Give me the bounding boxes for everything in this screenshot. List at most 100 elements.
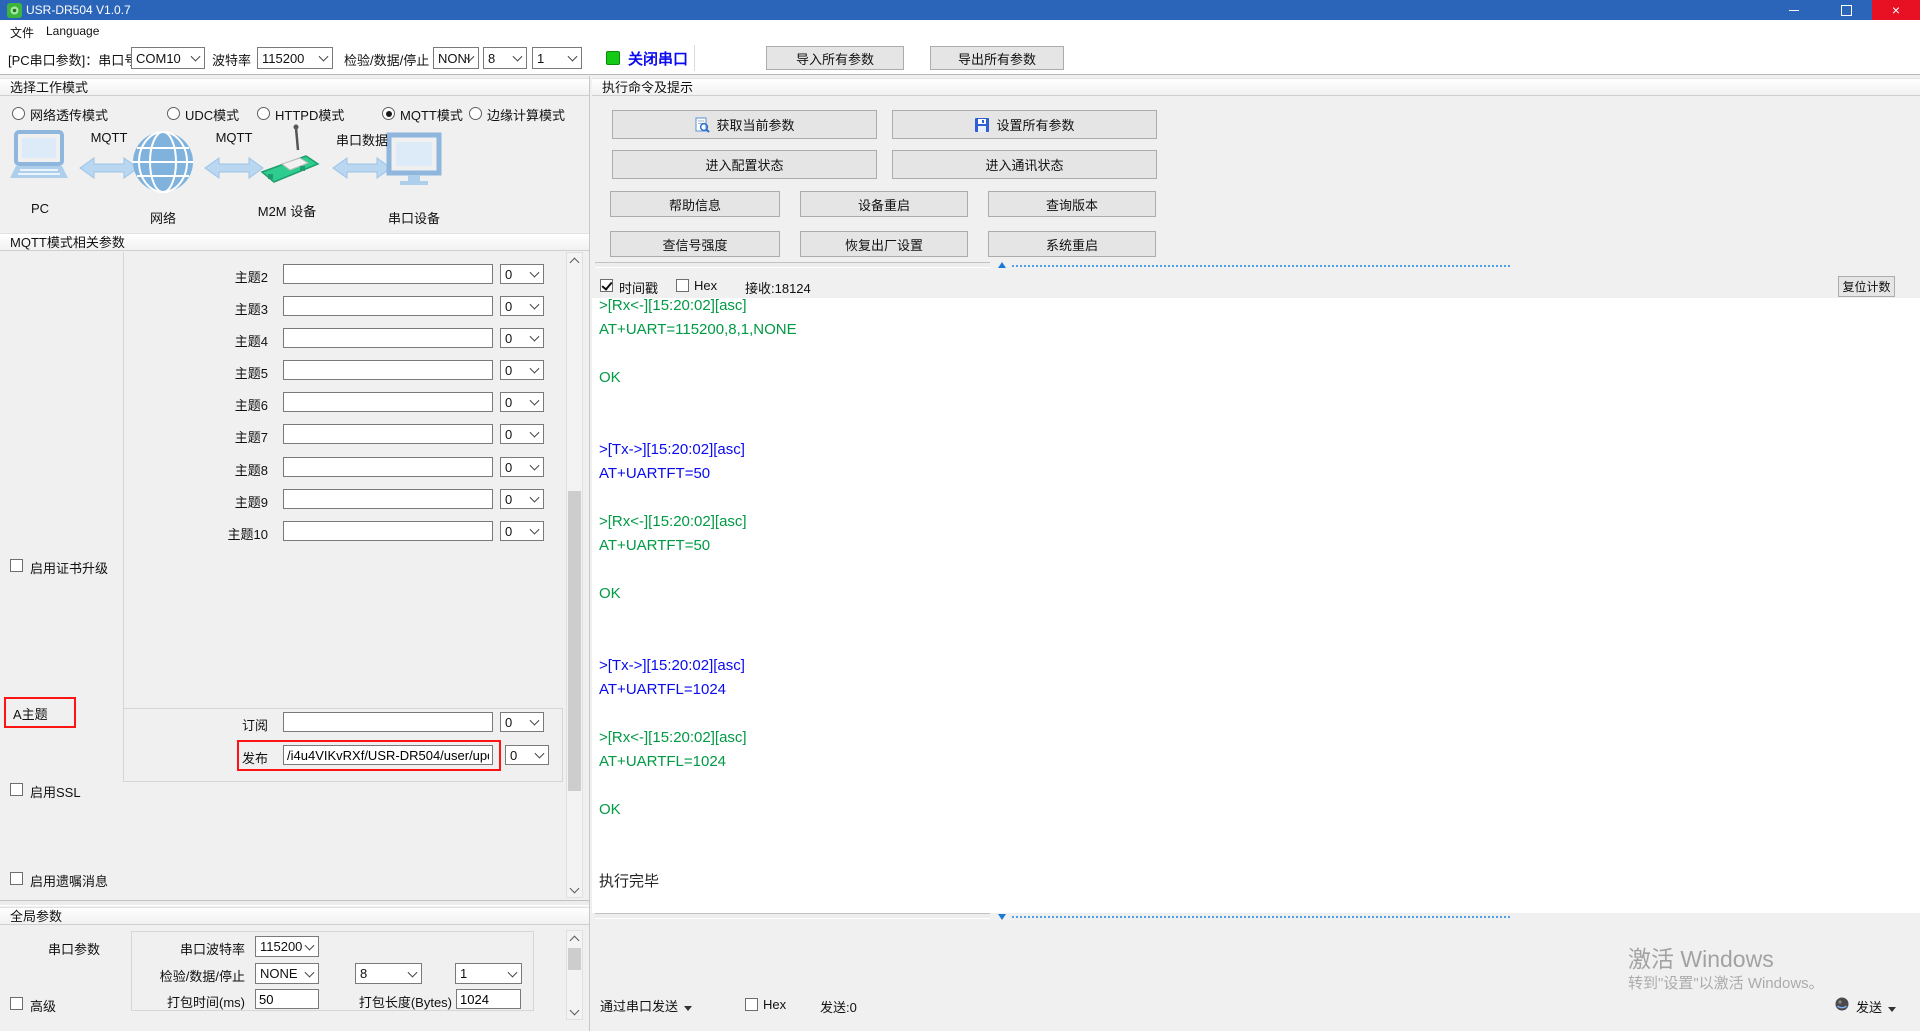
minimize-button[interactable] [1768,0,1820,20]
publish-qos-combo[interactable]: 0 [505,745,549,765]
publish-input[interactable] [283,745,493,765]
subscribe-qos-combo[interactable]: 0 [500,712,544,732]
maximize-button[interactable] [1820,0,1872,20]
timestamp-checkbox[interactable] [600,279,613,292]
ssl-label: 启用SSL [30,782,81,801]
set-all-params-button[interactable]: 设置所有参数 [892,110,1157,139]
scroll-up-icon[interactable] [567,253,582,268]
radio-mode-5[interactable] [469,107,482,120]
topic-input-4[interactable] [283,328,493,348]
send-splitter-bar[interactable] [595,913,990,919]
topic-input-7[interactable] [283,424,493,444]
close-serial-button[interactable]: 关闭串口 [628,48,688,69]
radio-mode-4[interactable] [382,107,395,120]
subscribe-input[interactable] [283,712,493,732]
topic-input-5[interactable] [283,360,493,380]
scrollbar-thumb[interactable] [568,948,581,970]
topic-input-2[interactable] [283,264,493,284]
send-hex-checkbox[interactable] [745,998,758,1011]
radio-mode-3[interactable] [257,107,270,120]
topic-input-9[interactable] [283,489,493,509]
log-line: >[Tx->][15:20:02][asc] [592,654,1920,678]
button-label: 帮助信息 [669,195,721,214]
parity-combo[interactable]: NONI [433,47,479,69]
advanced-checkbox[interactable] [10,997,23,1010]
get-current-params-button[interactable]: 获取当前参数 [612,110,877,139]
left-splitter[interactable] [0,900,589,906]
radio-mode-2[interactable] [167,107,180,120]
scroll-down-icon[interactable] [567,882,582,897]
splitter-collapse-down-icon[interactable] [998,914,1006,920]
query-version-button[interactable]: 查询版本 [988,191,1156,217]
send-via-serial-dropdown[interactable]: 通过串口发送 [600,996,692,1015]
factory-reset-button[interactable]: 恢复出厂设置 [800,231,968,257]
mqtt-params-header: MQTT模式相关参数 [0,233,589,251]
baud-combo[interactable]: 115200 [257,47,333,69]
topic-input-6[interactable] [283,392,493,412]
log-output[interactable]: >[Rx<-][15:20:02][asc]AT+UART=115200,8,1… [592,298,1920,913]
reset-count-button[interactable]: 复位计数 [1838,276,1895,297]
title-bar[interactable]: USR-DR504 V1.0.7 × [0,0,1920,20]
topic-input-8[interactable] [283,457,493,477]
scrollbar-thumb[interactable] [568,491,581,791]
query-signal-button[interactable]: 查信号强度 [610,231,780,257]
send-button[interactable]: 发送 [1856,997,1896,1016]
log-hex-checkbox[interactable] [676,279,689,292]
button-label: 设置所有参数 [996,115,1074,134]
pack-len-label: 打包长度(Bytes) [330,992,452,1011]
import-params-button[interactable]: 导入所有参数 [766,46,904,70]
splitter-collapse-up-icon[interactable] [998,262,1006,268]
export-params-button[interactable]: 导出所有参数 [930,46,1064,70]
topic-input-3[interactable] [283,296,493,316]
topic-qos-combo-8[interactable]: 0 [500,457,544,477]
node-pc-label: PC [10,201,70,216]
pc-serial-label: [PC串口参数]：串口号 [8,50,137,69]
menu-file[interactable]: 文件 [6,22,38,43]
pack-len-input[interactable] [456,989,521,1009]
topic-qos-combo-3[interactable]: 0 [500,296,544,316]
log-line [592,486,1920,510]
log-line [592,846,1920,870]
topic-qos-combo-6[interactable]: 0 [500,392,544,412]
close-button[interactable]: × [1872,0,1920,20]
topic-qos-combo-9[interactable]: 0 [500,489,544,509]
databits-combo[interactable]: 8 [483,47,527,69]
qos-value: 0 [505,524,512,539]
g-baud-combo[interactable]: 115200 [255,936,319,957]
cert-upgrade-checkbox[interactable] [10,559,23,572]
topic-qos-combo-4[interactable]: 0 [500,328,544,348]
send-hex-label: Hex [763,997,786,1012]
menu-language[interactable]: Language [42,22,103,40]
topic-label: 主题7 [190,427,268,446]
scroll-up-icon[interactable] [567,931,582,946]
pack-time-input[interactable] [255,989,319,1009]
enter-comm-state-button[interactable]: 进入通讯状态 [892,150,1157,179]
ssl-checkbox[interactable] [10,783,23,796]
g-databits-combo[interactable]: 8 [355,963,422,984]
topic-qos-combo-10[interactable]: 0 [500,521,544,541]
log-line [592,702,1920,726]
mqtt-params-scrollbar[interactable] [566,252,583,898]
scroll-down-icon[interactable] [567,1004,582,1019]
will-message-checkbox[interactable] [10,872,23,885]
stopbits-combo[interactable]: 1 [532,47,582,69]
topic-qos-combo-5[interactable]: 0 [500,360,544,380]
enter-config-state-button[interactable]: 进入配置状态 [612,150,877,179]
com-port-combo[interactable]: COM10 [131,47,205,69]
g-stopbits-combo[interactable]: 1 [455,963,522,984]
global-params-scrollbar[interactable] [566,930,583,1020]
button-label: 恢复出厂设置 [845,235,923,254]
device-restart-button[interactable]: 设备重启 [800,191,968,217]
help-info-button[interactable]: 帮助信息 [610,191,780,217]
panel-separator[interactable] [589,76,590,1031]
send-splitter-dotted[interactable] [1012,916,1510,918]
radio-mode-1[interactable] [12,107,25,120]
topic-qos-combo-7[interactable]: 0 [500,424,544,444]
topic-qos-combo-2[interactable]: 0 [500,264,544,284]
system-restart-button[interactable]: 系统重启 [988,231,1156,257]
log-splitter-dotted[interactable] [1012,265,1510,267]
g-parity-combo[interactable]: NONE [255,963,319,984]
toolbar-divider [694,45,695,71]
log-splitter-bar[interactable] [595,262,990,268]
topic-input-10[interactable] [283,521,493,541]
